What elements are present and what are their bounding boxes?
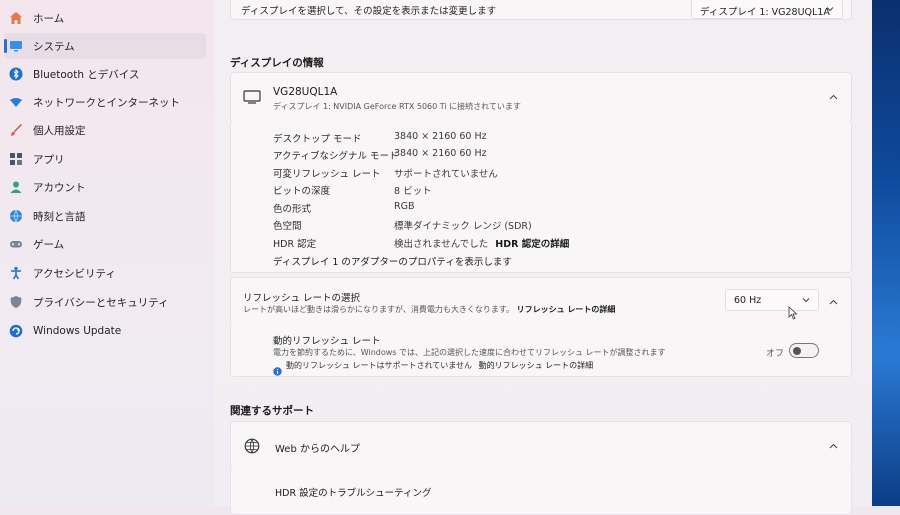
gamepad-icon <box>8 236 24 252</box>
sidebar: ホーム システム Bluetooth とデバイス ネットワークとインターネット … <box>0 0 214 506</box>
sidebar-item-gaming[interactable]: ゲーム <box>4 231 206 257</box>
main-content: ディスプレイを選択して、その設定を表示または変更します ディスプレイ 1: VG… <box>214 0 872 515</box>
sidebar-item-label: プライバシーとセキュリティ <box>33 296 169 309</box>
adapter-properties-link[interactable]: ディスプレイ 1 のアダプターのプロパティを表示します <box>273 254 512 268</box>
property-value: サポートされていません <box>394 169 498 180</box>
account-icon <box>8 179 24 195</box>
shield-icon <box>8 294 24 310</box>
brush-icon <box>8 122 24 138</box>
display-select-description: ディスプレイを選択して、その設定を表示または変更します <box>241 6 497 17</box>
property-label: 可変リフレッシュ レート <box>273 169 381 180</box>
update-icon <box>8 323 24 339</box>
apps-icon <box>8 151 24 167</box>
chevron-down-icon <box>798 292 814 308</box>
sidebar-item-privacy-security[interactable]: プライバシーとセキュリティ <box>4 289 206 315</box>
hdr-certification-link[interactable]: HDR 認定の詳細 <box>495 239 569 250</box>
property-label: アクティブなシグナル モード <box>273 151 399 162</box>
chevron-down-icon <box>822 1 838 17</box>
sidebar-item-accounts[interactable]: アカウント <box>4 174 206 200</box>
sidebar-item-accessibility[interactable]: アクセシビリティ <box>4 260 206 286</box>
sidebar-item-label: ゲーム <box>33 238 65 251</box>
property-value: 8 ビット <box>394 186 432 197</box>
sidebar-item-windows-update[interactable]: Windows Update <box>4 318 206 344</box>
web-help-card[interactable]: Web からのヘルプ <box>230 421 852 471</box>
property-value: 3840 × 2160 60 Hz <box>394 131 487 142</box>
property-label: ビットの深度 <box>273 186 331 197</box>
dynamic-refresh-info-text: 動的リフレッシュ レートはサポートされていません <box>286 361 473 370</box>
chevron-up-icon[interactable] <box>825 89 841 105</box>
dynamic-refresh-details-link[interactable]: 動的リフレッシュ レートの詳細 <box>479 361 594 370</box>
related-support-section-title: 関連するサポート <box>230 405 314 417</box>
property-label: 色空間 <box>273 221 302 232</box>
refresh-rate-details-link[interactable]: リフレッシュ レートの詳細 <box>517 305 616 314</box>
property-value: RGB <box>394 201 415 212</box>
monitor-icon <box>243 89 261 108</box>
system-icon <box>8 38 24 54</box>
monitor-name: VG28UQL1A <box>273 86 338 98</box>
toggle-state-label: オフ <box>766 349 785 359</box>
property-value: 検出されませんでした HDR 認定の詳細 <box>394 236 569 250</box>
display-select-value: ディスプレイ 1: VG28UQL1A <box>700 7 830 18</box>
dynamic-refresh-info: 動的リフレッシュ レートはサポートされていません 動的リフレッシュ レートの詳細 <box>286 360 593 371</box>
refresh-rate-dropdown[interactable]: 60 Hz <box>725 289 819 311</box>
property-label: HDR 認定 <box>273 239 317 250</box>
dynamic-refresh-title: 動的リフレッシュ レート <box>273 336 381 347</box>
sidebar-item-time-language[interactable]: 時刻と言語 <box>4 203 206 229</box>
monitor-subtitle: ディスプレイ 1: NVIDIA GeForce RTX 5060 Ti に接続… <box>273 102 521 111</box>
sidebar-item-apps[interactable]: アプリ <box>4 146 206 172</box>
refresh-rate-card: リフレッシュ レートの選択 レートが高いほど動きは滑らかになりますが、消費電力も… <box>230 277 852 326</box>
globe-icon <box>244 438 260 458</box>
globe-clock-icon <box>8 208 24 224</box>
monitor-header-card[interactable]: VG28UQL1A ディスプレイ 1: NVIDIA GeForce RTX 5… <box>230 72 852 122</box>
display-select-dropdown[interactable]: ディスプレイ 1: VG28UQL1A <box>691 0 843 19</box>
property-value: 3840 × 2160 60 Hz <box>394 148 487 159</box>
toggle-knob <box>793 346 801 355</box>
property-value: 標準ダイナミック レンジ (SDR) <box>394 221 532 232</box>
sidebar-item-label: システム <box>33 40 75 53</box>
accessibility-icon <box>8 265 24 281</box>
network-icon <box>8 94 24 110</box>
refresh-rate-desc-text: レートが高いほど動きは滑らかになりますが、消費電力も大きくなります。 <box>243 305 515 314</box>
sidebar-item-system[interactable]: システム <box>4 33 206 59</box>
sidebar-item-label: アクセシビリティ <box>33 267 116 280</box>
dynamic-refresh-toggle[interactable] <box>789 343 819 358</box>
refresh-rate-description: レートが高いほど動きは滑らかになりますが、消費電力も大きくなります。 リフレッシ… <box>243 304 615 315</box>
sidebar-item-label: 個人用設定 <box>33 124 86 137</box>
info-icon <box>273 361 282 380</box>
home-icon <box>8 10 24 26</box>
sidebar-item-label: アカウント <box>33 181 86 194</box>
display-select-card: ディスプレイを選択して、その設定を表示または変更します ディスプレイ 1: VG… <box>230 0 852 20</box>
sidebar-item-label: ネットワークとインターネット <box>33 96 180 109</box>
web-help-links-card: HDR 設定のトラブルシューティング <box>230 469 852 515</box>
hdr-status-text: 検出されませんでした <box>394 239 489 250</box>
desktop-background-strip <box>872 0 900 506</box>
refresh-rate-title: リフレッシュ レートの選択 <box>243 293 361 304</box>
dynamic-refresh-card: 動的リフレッシュ レート 電力を節約するために、Windows では、上記の選択… <box>230 324 852 377</box>
dynamic-refresh-description: 電力を節約するために、Windows では、上記の選択した速度に合わせてリフレッ… <box>273 348 666 357</box>
sidebar-item-network[interactable]: ネットワークとインターネット <box>4 89 206 115</box>
sidebar-item-label: Bluetooth とデバイス <box>33 68 140 81</box>
sidebar-item-home[interactable]: ホーム <box>4 5 206 31</box>
property-label: 色の形式 <box>273 204 312 215</box>
chevron-up-icon[interactable] <box>825 438 841 454</box>
refresh-rate-value: 60 Hz <box>734 295 762 306</box>
hdr-troubleshooting-link[interactable]: HDR 設定のトラブルシューティング <box>275 485 432 499</box>
display-properties-card: デスクトップ モード 3840 × 2160 60 Hz アクティブなシグナル … <box>230 120 852 273</box>
display-info-section-title: ディスプレイの情報 <box>230 57 324 69</box>
mouse-cursor-icon <box>788 305 798 324</box>
property-label: デスクトップ モード <box>273 134 362 145</box>
bluetooth-icon <box>8 66 24 82</box>
web-help-title: Web からのヘルプ <box>275 444 360 455</box>
active-indicator <box>4 39 7 53</box>
sidebar-item-label: アプリ <box>33 153 65 166</box>
sidebar-item-label: Windows Update <box>33 325 122 337</box>
sidebar-item-label: ホーム <box>33 12 65 25</box>
sidebar-item-label: 時刻と言語 <box>33 210 86 223</box>
sidebar-item-bluetooth[interactable]: Bluetooth とデバイス <box>4 61 206 87</box>
sidebar-item-personalization[interactable]: 個人用設定 <box>4 117 206 143</box>
chevron-up-icon[interactable] <box>825 294 841 310</box>
